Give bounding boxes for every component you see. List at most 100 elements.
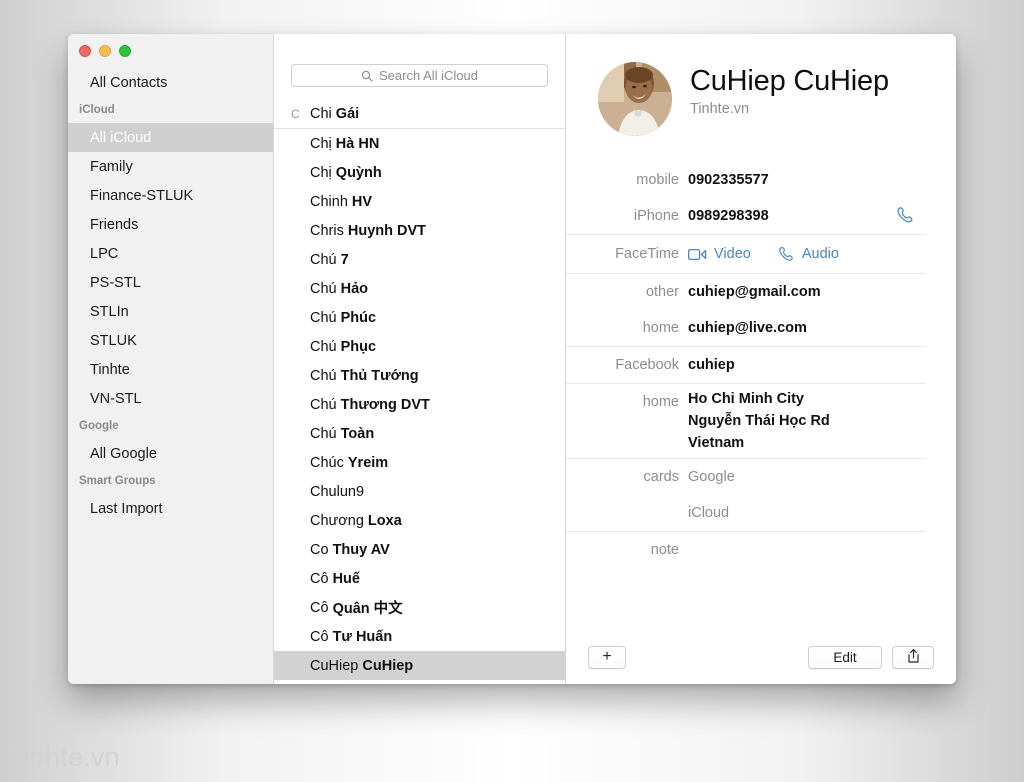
contact-last-name: Huynh DVT	[347, 222, 427, 239]
edit-button[interactable]: Edit	[808, 645, 882, 669]
field-value: iCloud	[688, 505, 730, 521]
list-index-letter: C	[291, 107, 300, 121]
contact-last-name: Hà HN	[335, 135, 380, 152]
close-button[interactable]	[79, 45, 91, 57]
sidebar-item-friends[interactable]: Friends	[68, 210, 273, 239]
phone-handset-icon	[777, 245, 795, 263]
sidebar-item-ps-stl[interactable]: PS-STL	[68, 268, 273, 297]
field-value[interactable]: 0902335577	[688, 166, 884, 194]
list-item[interactable]: Cô Quân 中文	[274, 593, 565, 622]
list-item[interactable]: Chinh HV	[274, 187, 565, 216]
add-contact-button[interactable]: +	[588, 645, 626, 669]
contact-first-name: Chú	[310, 367, 337, 384]
list-item[interactable]: Chú Thương DVT	[274, 390, 565, 419]
field-label: Facebook	[615, 357, 679, 373]
list-item[interactable]: Chú 7	[274, 245, 565, 274]
contact-first-name: Chinh	[310, 193, 348, 210]
list-item[interactable]: CuHiep CuHiep	[274, 651, 565, 680]
list-item[interactable]: Chương Loxa	[274, 506, 565, 535]
share-icon	[906, 648, 921, 667]
row-action-placeholder	[884, 314, 926, 317]
detail-footer: + Edit	[566, 630, 956, 684]
contact-last-name: Thương DVT	[340, 396, 430, 413]
sidebar-item-lpc[interactable]: LPC	[68, 239, 273, 268]
sidebar-item-all-contacts[interactable]: All Contacts	[68, 68, 273, 97]
field-label: cards	[643, 469, 679, 485]
list-item[interactable]: Chúc Yreim	[274, 448, 565, 477]
address-row-home[interactable]: home Ho Chi Minh City Nguyễn Thái Học Rd…	[566, 384, 926, 458]
sidebar-item-last-import[interactable]: Last Import	[68, 494, 273, 523]
social-group: Facebook cuhiep	[566, 346, 926, 383]
list-item[interactable]: Chulun9	[274, 477, 565, 506]
sidebar-item-stluk[interactable]: STLUK	[68, 326, 273, 355]
list-item[interactable]: Chú Phục	[274, 332, 565, 361]
note-row[interactable]: note	[566, 532, 926, 568]
contact-last-name: Quân 中文	[332, 601, 403, 617]
contact-first-name: Chris	[310, 222, 344, 239]
address-line: Nguyễn Thái Học Rd	[688, 413, 830, 429]
contact-first-name: Cô	[310, 628, 329, 645]
email-row-other[interactable]: other cuhiep@gmail.com	[566, 274, 926, 310]
contact-first-name: Chú	[310, 251, 337, 268]
sidebar-item-label: Friends	[90, 216, 139, 233]
contact-first-name: Chú	[310, 280, 337, 297]
search-input[interactable]: Search All iCloud	[291, 64, 548, 87]
sidebar-item-label: LPC	[90, 245, 119, 262]
social-row-facebook[interactable]: Facebook cuhiep	[566, 347, 926, 383]
list-item[interactable]: Chị Hà HN	[274, 129, 565, 158]
phone-row-mobile[interactable]: mobile 0902335577	[566, 162, 926, 198]
sidebar-item-label: Finance-STLUK	[90, 187, 194, 204]
facetime-video-label: Video	[714, 246, 751, 262]
call-icon[interactable]	[884, 202, 926, 225]
contact-last-name: Quỳnh	[335, 164, 382, 181]
avatar[interactable]	[598, 62, 672, 136]
contact-first-name: Chú	[310, 425, 337, 442]
contact-last-name: 7	[340, 251, 349, 268]
field-label: FaceTime	[615, 246, 679, 262]
phone-row-iphone[interactable]: iPhone 0989298398	[566, 198, 926, 234]
field-value[interactable]: cuhiep@live.com	[688, 314, 884, 342]
zoom-button[interactable]	[119, 45, 131, 57]
field-label: note	[650, 542, 679, 558]
contact-first-name: Chú	[310, 309, 337, 326]
list-item[interactable]: Chú Thủ Tướng	[274, 361, 565, 390]
email-row-home[interactable]: home cuhiep@live.com	[566, 310, 926, 346]
field-value[interactable]: cuhiep@gmail.com	[688, 278, 884, 306]
contact-last-name: Thủ Tướng	[340, 367, 419, 384]
list-item[interactable]: Chú Phúc	[274, 303, 565, 332]
list-item[interactable]: Chris Huynh DVT	[274, 216, 565, 245]
facetime-video-button[interactable]: Video	[688, 246, 751, 262]
row-action-placeholder	[884, 351, 926, 354]
list-item[interactable]: Chú Hảo	[274, 274, 565, 303]
sidebar-item-family[interactable]: Family	[68, 152, 273, 181]
sidebar-item-label: All iCloud	[90, 129, 152, 146]
field-label: mobile	[636, 172, 679, 188]
field-value[interactable]: 0989298398	[688, 202, 884, 230]
list-item[interactable]: C Chi Gái	[274, 100, 565, 129]
sidebar-item-label: PS-STL	[90, 274, 141, 291]
list-item[interactable]: Cô Tư Huấn	[274, 622, 565, 651]
contact-first-name: Chúc	[310, 454, 344, 471]
list-item[interactable]: Chị Quỳnh	[274, 158, 565, 187]
sidebar-item-all-icloud[interactable]: All iCloud	[68, 123, 273, 152]
sidebar-item-tinhte[interactable]: Tinhte	[68, 355, 273, 384]
sidebar-item-finance-stluk[interactable]: Finance-STLUK	[68, 181, 273, 210]
list-item[interactable]: Chú Toàn	[274, 419, 565, 448]
search-container: Search All iCloud	[274, 34, 565, 87]
facetime-group: FaceTime Video Audio	[566, 234, 926, 273]
row-action-placeholder	[884, 463, 926, 466]
sidebar-item-stlin[interactable]: STLIn	[68, 297, 273, 326]
row-action-placeholder	[884, 388, 926, 391]
share-button[interactable]	[892, 645, 934, 669]
list-item[interactable]: Co Thuy AV	[274, 535, 565, 564]
list-item[interactable]: Cô Huế	[274, 564, 565, 593]
contacts-window: All Contacts iCloud All iCloud Family Finan…	[68, 34, 956, 684]
phone-group: mobile 0902335577 iPhone 0989298398	[566, 162, 926, 234]
video-camera-icon	[688, 248, 707, 261]
sidebar-item-all-google[interactable]: All Google	[68, 439, 273, 468]
facetime-audio-button[interactable]: Audio	[777, 245, 839, 263]
sidebar-item-vn-stl[interactable]: VN-STL	[68, 384, 273, 413]
minimize-button[interactable]	[99, 45, 111, 57]
field-value[interactable]: cuhiep	[688, 351, 884, 379]
address-value[interactable]: Ho Chi Minh City Nguyễn Thái Học Rd Viet…	[688, 388, 884, 454]
